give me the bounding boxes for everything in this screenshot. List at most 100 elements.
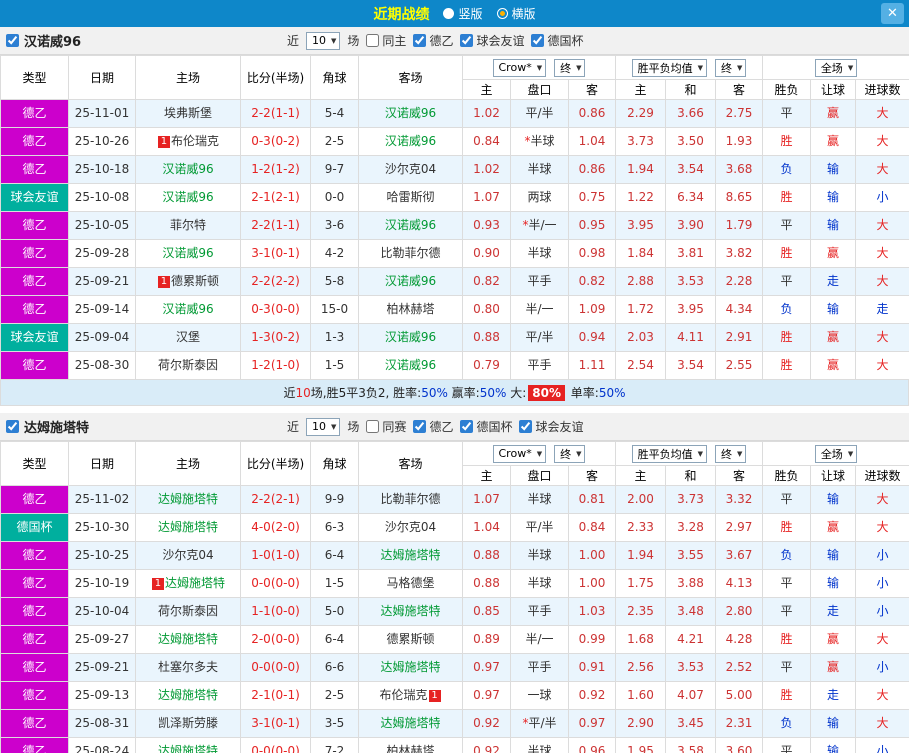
odds-company-select[interactable]: Crow* ▼ <box>492 58 547 77</box>
filter-checkbox[interactable] <box>366 34 380 47</box>
filter-checkbox[interactable] <box>413 420 427 433</box>
filter-checkbox[interactable] <box>460 420 474 433</box>
layout-radio-horizontal[interactable]: 横版 <box>496 5 536 22</box>
result-wdl: 平 <box>762 737 811 753</box>
avg-odds-select[interactable]: 胜平负均值 ▼ <box>631 444 707 463</box>
filter-option-league[interactable]: 德乙 <box>413 32 453 49</box>
result-wdl: 负 <box>762 709 811 738</box>
team-checkbox[interactable] <box>6 34 19 47</box>
filter-label: 德国杯 <box>476 420 513 434</box>
recent-results-table: 类型 日期 主场 比分(半场) 角球 客场 Crow* ▼ 终 ▼ 胜平负均值 … <box>0 55 909 380</box>
match-date: 25-09-13 <box>68 681 136 710</box>
chevron-down-icon: ▼ <box>697 449 703 458</box>
avg-away-odds: 2.55 <box>715 351 763 380</box>
match-row: 德乙 25-08-30 荷尔斯泰因 1-2(1-0) 1-5 汉诺威96 0.79 平手 1.1… <box>0 351 909 380</box>
avg-odds-final-select[interactable]: 终 ▼ <box>715 444 747 463</box>
opponent-team-name: 比勒菲尔德 <box>380 246 441 260</box>
filter-checkbox[interactable] <box>519 420 533 433</box>
recent-count-select[interactable]: 10 ▼ <box>306 417 341 436</box>
result-goals: 大 <box>854 155 909 184</box>
away-team-cell: 比勒菲尔德 <box>358 239 463 268</box>
match-date: 25-09-27 <box>68 625 136 654</box>
recent-count-select[interactable]: 10 ▼ <box>306 31 341 50</box>
result-wdl: 负 <box>762 541 811 570</box>
away-favored-star: * <box>524 134 531 148</box>
avg-draw-odds: 4.11 <box>665 323 716 352</box>
match-scope-select[interactable]: 全场 ▼ <box>814 58 858 77</box>
filter-checkbox[interactable] <box>366 420 380 433</box>
result-handicap: 输 <box>810 485 856 514</box>
ah-away-odds: 0.96 <box>568 737 616 753</box>
avg-away-odds: 2.97 <box>715 513 763 542</box>
col-avg-away: 客 <box>715 465 763 486</box>
ah-line-cell: 平/半 <box>510 99 569 128</box>
chevron-down-icon: ▼ <box>847 449 854 458</box>
team-cell-content: 达姆施塔特 <box>380 548 440 562</box>
result-wdl: 平 <box>762 597 811 626</box>
odds-company-select[interactable]: Crow* ▼ <box>492 444 547 463</box>
avg-odds-select[interactable]: 胜平负均值 ▼ <box>631 58 707 77</box>
layout-radio-vertical[interactable]: 竖版 <box>443 5 483 22</box>
near-label: 近 <box>287 420 300 434</box>
filter-option-same-venue[interactable]: 同主 <box>366 32 406 49</box>
featured-team-name: 汉诺威96 <box>384 330 437 344</box>
section-header: 达姆施塔特 近 10 ▼ 场 同赛 德乙 德国杯 球会友谊 <box>0 413 909 441</box>
filter-option-same-competition[interactable]: 同赛 <box>366 418 406 435</box>
team-checkbox[interactable] <box>6 420 19 433</box>
odds-company-final-select[interactable]: 终 ▼ <box>554 58 586 77</box>
filter-option-league[interactable]: 德乙 <box>413 418 453 435</box>
filter-option-friendly[interactable]: 球会友谊 <box>460 32 524 49</box>
match-date: 25-09-04 <box>68 323 136 352</box>
home-team-cell: 菲尔特 <box>135 211 241 240</box>
home-team-cell: 1 布伦瑞克 <box>135 127 241 156</box>
odds-company-final-select[interactable]: 终 ▼ <box>554 444 586 463</box>
col-result-wdl: 胜负 <box>762 465 811 486</box>
avg-away-odds: 4.13 <box>715 569 763 598</box>
featured-team-name: 汉诺威96 <box>384 218 437 232</box>
filter-checkbox[interactable] <box>460 34 474 47</box>
team-cell-content: 汉诺威96 <box>162 246 213 260</box>
match-scope-select[interactable]: 全场 ▼ <box>814 444 858 463</box>
unit-label: 场 <box>347 34 360 48</box>
ah-away-odds: 0.91 <box>568 653 616 682</box>
opponent-team-name: 马格德堡 <box>386 576 435 590</box>
match-type-badge: 球会友谊 <box>0 323 69 352</box>
avg-away-odds: 8.65 <box>715 183 763 212</box>
avg-home-odds: 2.03 <box>615 323 666 352</box>
filter-option-cup[interactable]: 德国杯 <box>531 32 583 49</box>
result-handicap: 赢 <box>810 653 856 682</box>
avg-home-odds: 1.94 <box>615 155 666 184</box>
ah-away-odds: 0.75 <box>568 183 616 212</box>
team-cell-content: 沙尔克04 <box>162 548 213 562</box>
avg-draw-odds: 3.55 <box>665 541 716 570</box>
result-wdl: 负 <box>762 155 811 184</box>
result-goals: 小 <box>854 737 909 753</box>
corner-cell: 5-0 <box>310 597 359 626</box>
team-toggle[interactable]: 汉诺威96 <box>6 31 81 50</box>
result-goals: 大 <box>854 323 909 352</box>
summary-part: 赢率: <box>447 386 480 400</box>
hannover-section: 汉诺威96 近 10 ▼ 场 同主 德乙 球会友谊 德国杯 类型 日期 主场 比… <box>0 27 909 406</box>
opponent-team-name: 沙尔克04 <box>384 162 437 176</box>
team-cell-content: 杜塞尔多夫 <box>158 660 218 674</box>
avg-draw-odds: 3.66 <box>665 99 716 128</box>
ah-home-odds: 0.80 <box>462 295 511 324</box>
filter-checkbox[interactable] <box>413 34 427 47</box>
recent-results-panel: 近期战绩 竖版 横版 ✕ 汉诺威96 近 10 ▼ 场 同主 德乙 球会友谊 德… <box>0 0 909 753</box>
match-row: 德乙 25-09-28 汉诺威96 3-1(0-1) 4-2 比勒菲尔德 0.90 半球 0.9… <box>0 239 909 268</box>
filter-checkbox[interactable] <box>531 34 545 47</box>
col-home: 主场 <box>135 55 241 100</box>
filter-option-cup[interactable]: 德国杯 <box>460 418 512 435</box>
avg-odds-final-select[interactable]: 终 ▼ <box>715 58 747 77</box>
match-date: 25-08-24 <box>68 737 136 753</box>
team-cell-content: 汉诺威96 <box>385 274 436 288</box>
featured-team-name: 汉诺威96 <box>162 246 214 260</box>
result-handicap: 输 <box>810 295 856 324</box>
ah-away-odds: 0.98 <box>568 239 616 268</box>
filter-option-friendly[interactable]: 球会友谊 <box>519 418 583 435</box>
close-button[interactable]: ✕ <box>881 3 904 24</box>
team-cell-content: 哈雷斯彻 <box>386 190 434 204</box>
match-row: 德乙 25-09-27 达姆施塔特 2-0(0-0) 6-4 德累斯顿 0.89 半/一 0.9… <box>0 625 909 654</box>
team-toggle[interactable]: 达姆施塔特 <box>6 417 89 436</box>
match-date: 25-11-01 <box>68 99 136 128</box>
